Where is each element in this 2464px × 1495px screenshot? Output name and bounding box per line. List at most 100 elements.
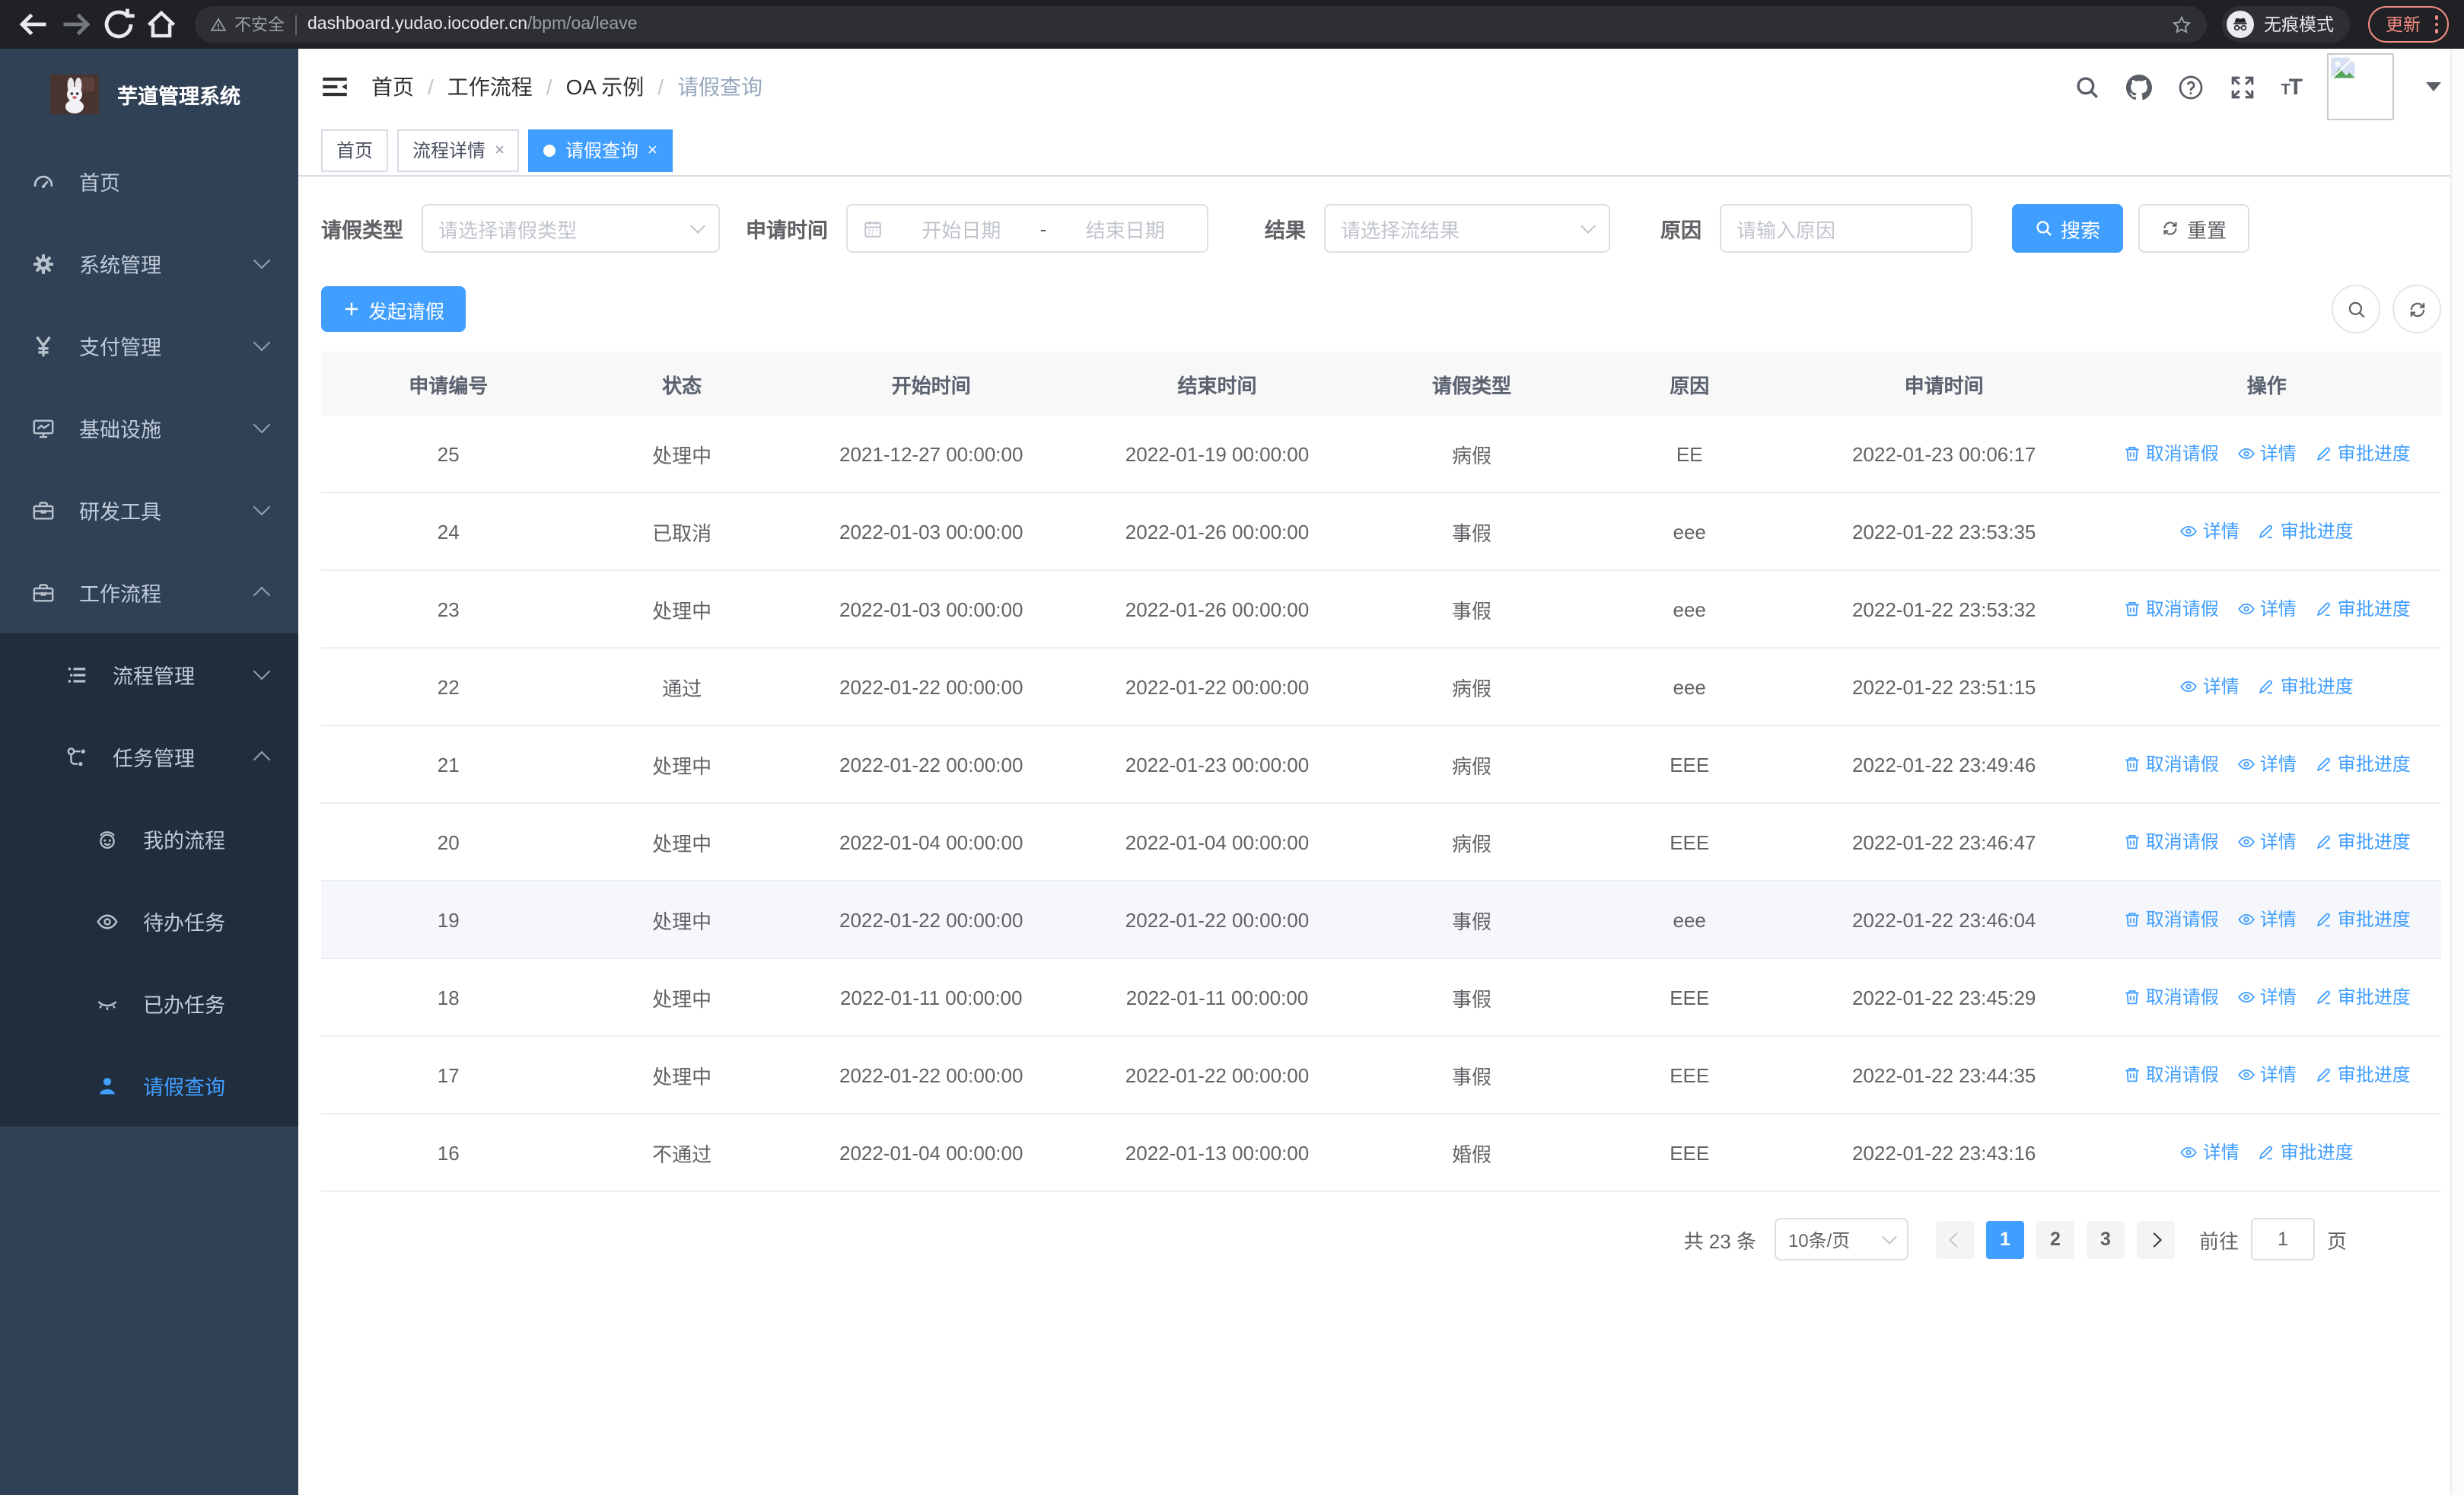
- cell-type: 事假: [1360, 881, 1584, 959]
- flow-icon: [64, 745, 88, 768]
- update-button[interactable]: 更新: [2367, 6, 2449, 43]
- chevron-down-icon: [253, 251, 271, 269]
- table-row-24: 24 已取消 2022-01-03 00:00:00 2022-01-26 00:00…: [321, 492, 2441, 571]
- trash-icon: [2123, 445, 2141, 463]
- progress-action-link[interactable]: 审批进度: [2315, 984, 2411, 1010]
- forward-icon[interactable]: [58, 6, 94, 43]
- cell-status: 处理中: [575, 416, 788, 493]
- sidebar-collapse-icon[interactable]: [321, 73, 349, 100]
- detail-action-link[interactable]: 详情: [2180, 1140, 2240, 1165]
- detail-action-link[interactable]: 详情: [2237, 907, 2297, 932]
- cell-applied: 2022-01-22 23:45:29: [1795, 958, 2093, 1037]
- progress-action-link[interactable]: 审批进度: [2258, 674, 2354, 700]
- leave-type-select[interactable]: 请选择请假类型: [422, 204, 720, 253]
- sidebar-item-label: 任务管理: [113, 748, 195, 770]
- next-page-button[interactable]: [2136, 1220, 2175, 1258]
- progress-action-link[interactable]: 审批进度: [2315, 596, 2411, 622]
- tab-0[interactable]: 首页: [321, 129, 389, 171]
- sidebar-item-1[interactable]: 系统管理: [0, 222, 298, 304]
- reason-input[interactable]: 请输入原因: [1720, 204, 1972, 253]
- cancel-action-link[interactable]: 取消请假: [2123, 751, 2219, 777]
- github-icon[interactable]: [2125, 74, 2152, 100]
- toggle-search-button[interactable]: [2332, 285, 2380, 333]
- detail-action-link[interactable]: 详情: [2237, 1062, 2297, 1088]
- cancel-action-link[interactable]: 取消请假: [2123, 984, 2219, 1010]
- goto-page-input[interactable]: 1: [2250, 1218, 2315, 1261]
- detail-action-link[interactable]: 详情: [2237, 596, 2297, 622]
- detail-action-link[interactable]: 详情: [2180, 518, 2240, 544]
- close-icon[interactable]: ×: [648, 141, 657, 159]
- tab-2[interactable]: 请假查询 ×: [528, 129, 673, 171]
- cell-reason: EE: [1583, 416, 1796, 493]
- url-bar[interactable]: 不安全 dashboard.yudao.iocoder.cn/bpm/oa/le…: [195, 6, 2206, 43]
- progress-action-link[interactable]: 审批进度: [2315, 1062, 2411, 1088]
- progress-action-link[interactable]: 审批进度: [2315, 751, 2411, 777]
- search-button[interactable]: 搜索: [2012, 204, 2124, 253]
- progress-action-link[interactable]: 审批进度: [2315, 907, 2411, 932]
- pen-icon: [2315, 833, 2333, 851]
- avatar-caret-icon[interactable]: [2426, 82, 2441, 91]
- fullscreen-icon[interactable]: [2229, 74, 2255, 100]
- page-button-2[interactable]: 2: [2036, 1220, 2074, 1258]
- page-size-select[interactable]: 10条/页: [1774, 1218, 1908, 1261]
- cell-type: 事假: [1360, 1036, 1584, 1114]
- sidebar-item-9[interactable]: 待办任务: [0, 880, 298, 962]
- breadcrumb-item-0[interactable]: 首页: [371, 72, 414, 102]
- browser-menu-icon[interactable]: [2434, 15, 2438, 33]
- page-button-1[interactable]: 1: [1985, 1220, 2024, 1258]
- home-icon[interactable]: [143, 6, 180, 43]
- close-icon[interactable]: ×: [495, 141, 505, 159]
- sidebar-item-10[interactable]: 已办任务: [0, 962, 298, 1044]
- font-size-icon[interactable]: TT: [2281, 74, 2303, 100]
- result-select[interactable]: 请选择流结果: [1324, 204, 1610, 253]
- column-header-0: 申请编号: [321, 352, 576, 416]
- detail-action-link[interactable]: 详情: [2237, 441, 2297, 467]
- reset-button[interactable]: 重置: [2138, 204, 2250, 253]
- face-icon: [94, 827, 119, 850]
- progress-action-link[interactable]: 审批进度: [2315, 441, 2411, 467]
- tab-1[interactable]: 流程详情 ×: [397, 129, 520, 171]
- breadcrumb-item-2[interactable]: OA 示例: [566, 72, 645, 102]
- sidebar-item-3[interactable]: 基础设施: [0, 387, 298, 469]
- progress-action-link[interactable]: 审批进度: [2258, 518, 2354, 544]
- cell-start: 2022-01-22 00:00:00: [788, 648, 1074, 726]
- sidebar-item-2[interactable]: 支付管理: [0, 304, 298, 387]
- avatar[interactable]: [2327, 53, 2394, 120]
- bookmark-star-icon[interactable]: [2171, 14, 2191, 34]
- cancel-action-link[interactable]: 取消请假: [2123, 1062, 2219, 1088]
- reload-icon[interactable]: [100, 6, 137, 43]
- sidebar-item-0[interactable]: 首页: [0, 140, 298, 222]
- help-icon[interactable]: [2177, 74, 2203, 100]
- scrollbar[interactable]: [2450, 49, 2464, 1495]
- cell-reason: eee: [1583, 570, 1796, 649]
- progress-action-link[interactable]: 审批进度: [2315, 829, 2411, 855]
- page-button-3[interactable]: 3: [2086, 1220, 2125, 1258]
- sidebar-item-6[interactable]: 流程管理: [0, 633, 298, 716]
- sidebar-item-7[interactable]: 任务管理: [0, 716, 298, 798]
- cancel-action-link[interactable]: 取消请假: [2123, 441, 2219, 467]
- cancel-action-link[interactable]: 取消请假: [2123, 829, 2219, 855]
- progress-action-link[interactable]: 审批进度: [2258, 1140, 2354, 1165]
- cancel-action-link[interactable]: 取消请假: [2123, 907, 2219, 932]
- breadcrumb-item-1[interactable]: 工作流程: [447, 72, 533, 102]
- total-count: 共 23 条: [1683, 1229, 1756, 1252]
- detail-action-link[interactable]: 详情: [2237, 751, 2297, 777]
- sidebar-item-4[interactable]: 研发工具: [0, 469, 298, 551]
- detail-action-link[interactable]: 详情: [2237, 984, 2297, 1010]
- sidebar-item-11[interactable]: 请假查询: [0, 1044, 298, 1127]
- cancel-action-link[interactable]: 取消请假: [2123, 596, 2219, 622]
- cell-end: 2022-01-23 00:00:00: [1074, 725, 1361, 804]
- sidebar-item-8[interactable]: 我的流程: [0, 798, 298, 880]
- pen-icon: [2315, 600, 2333, 618]
- create-leave-button[interactable]: 发起请假: [321, 286, 466, 332]
- search-icon[interactable]: [2074, 74, 2099, 100]
- detail-action-link[interactable]: 详情: [2180, 674, 2240, 700]
- cell-reason: EEE: [1583, 1036, 1796, 1114]
- back-icon[interactable]: [15, 6, 52, 43]
- apply-time-range-picker[interactable]: 开始日期 - 结束日期: [846, 204, 1208, 253]
- table-row-25: 25 处理中 2021-12-27 00:00:00 2022-01-19 00:00…: [321, 416, 2441, 493]
- sidebar-item-5[interactable]: 工作流程: [0, 551, 298, 633]
- refresh-table-button[interactable]: [2392, 285, 2441, 333]
- cell-type: 婚假: [1360, 1114, 1584, 1192]
- detail-action-link[interactable]: 详情: [2237, 829, 2297, 855]
